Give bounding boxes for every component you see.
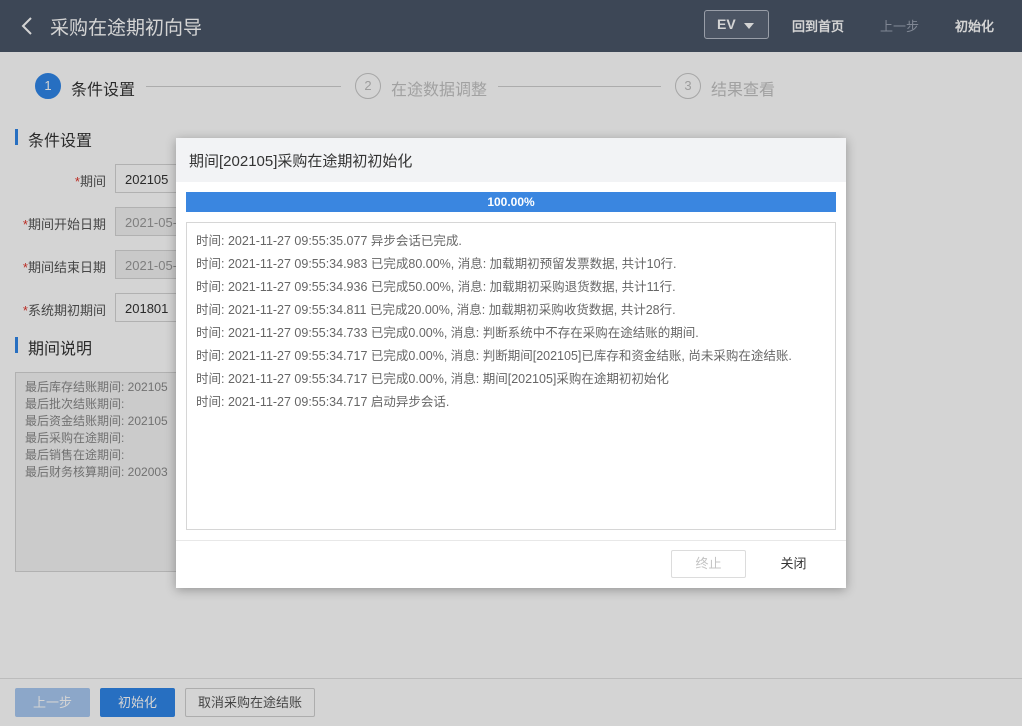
log-line: 时间: 2021-11-27 09:55:34.717 已完成0.00%, 消息… [196, 349, 792, 363]
dialog-header: 期间[202105]采购在途期初初始化 [176, 138, 846, 182]
log-line: 时间: 2021-11-27 09:55:34.717 启动异步会话. [196, 395, 450, 409]
log-line: 时间: 2021-11-27 09:55:34.811 已完成20.00%, 消… [196, 303, 676, 317]
close-button[interactable]: 关闭 [756, 550, 831, 578]
dialog-title: 期间[202105]采购在途期初初始化 [189, 153, 413, 170]
log-line: 时间: 2021-11-27 09:55:34.936 已完成50.00%, 消… [196, 280, 676, 294]
init-progress-dialog: 期间[202105]采购在途期初初始化 100.00% 时间: 2021-11-… [176, 138, 846, 588]
log-line: 时间: 2021-11-27 09:55:34.733 已完成0.00%, 消息… [196, 326, 699, 340]
log-line: 时间: 2021-11-27 09:55:34.983 已完成80.00%, 消… [196, 257, 677, 271]
progress-text: 100.00% [487, 195, 535, 209]
dialog-footer-divider [176, 540, 846, 541]
progress-bar: 100.00% [186, 192, 836, 212]
log-line: 时间: 2021-11-27 09:55:34.717 已完成0.00%, 消息… [196, 372, 669, 386]
log-box[interactable]: 时间: 2021-11-27 09:55:35.077 异步会话已完成. 时间:… [186, 222, 836, 530]
log-line: 时间: 2021-11-27 09:55:35.077 异步会话已完成. [196, 234, 462, 248]
stop-button[interactable]: 终止 [671, 550, 746, 578]
